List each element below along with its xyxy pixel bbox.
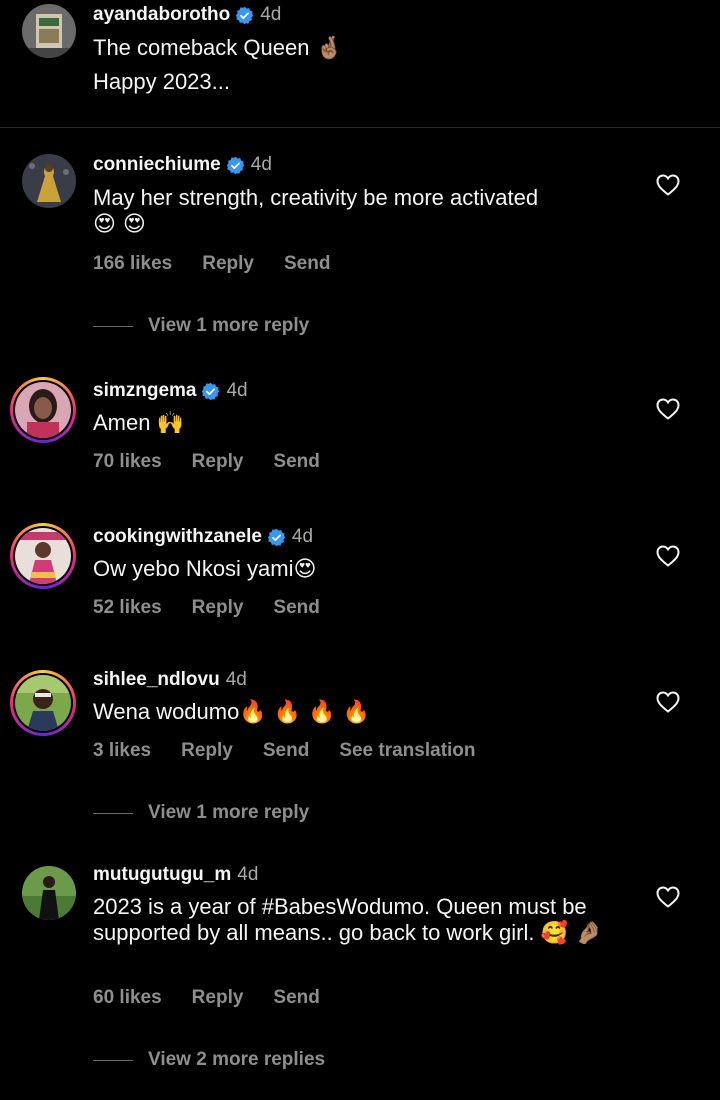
verified-badge-icon — [267, 528, 286, 546]
comment-user-line: cookingwithzanele 4d — [93, 526, 313, 548]
comment-body: 2023 is a year of #BabesWodumo. Queen mu… — [93, 894, 587, 945]
like-count[interactable]: 166 likes — [93, 253, 172, 275]
story-ring[interactable] — [10, 523, 76, 589]
see-translation-button[interactable]: See translation — [339, 740, 475, 762]
verified-badge-icon — [226, 156, 244, 174]
story-ring[interactable] — [10, 377, 76, 443]
send-button[interactable]: Send — [263, 740, 309, 762]
reply-button[interactable]: Reply — [192, 987, 244, 1009]
send-button[interactable]: Send — [273, 597, 319, 619]
raising-hands-emoji: 🙌 — [156, 411, 185, 437]
comment-time: 4d — [260, 4, 282, 25]
username[interactable]: ayandaborotho — [93, 4, 230, 26]
avatar[interactable] — [22, 866, 76, 920]
fingers-crossed-emoji: 🤞🏽 — [315, 36, 343, 62]
heart-outline-icon[interactable] — [656, 886, 680, 908]
comment-user-line: mutugutugu_m 4d — [93, 864, 258, 886]
comment-body: May her strength, creativity be more act… — [93, 185, 539, 210]
username[interactable]: sihlee_ndlovu — [93, 669, 220, 691]
comment-actions: 3 likes Reply Send See translation — [93, 740, 506, 762]
fire-emoji: 🔥 🔥 🔥 🔥 — [239, 700, 370, 726]
send-button[interactable]: Send — [273, 987, 319, 1009]
post-caption: ayandaborotho 4d The comeback Queen 🤞🏽 H… — [0, 0, 720, 128]
avatar — [15, 382, 71, 438]
comment-user-line: simzngema 4d — [93, 380, 248, 402]
send-button[interactable]: Send — [284, 253, 330, 275]
reply-button[interactable]: Reply — [192, 597, 244, 619]
view-replies-label: View 1 more reply — [148, 315, 310, 336]
like-count[interactable]: 52 likes — [93, 597, 162, 619]
comment-text: May her strength, creativity be more act… — [93, 185, 633, 238]
comment-body: Amen — [93, 410, 151, 435]
comment-time: 4d — [250, 154, 272, 175]
comment-text: Wena wodumo🔥 🔥 🔥 🔥 — [93, 699, 633, 726]
heart-outline-icon[interactable] — [656, 545, 680, 567]
avatar — [15, 675, 71, 731]
username[interactable]: mutugutugu_m — [93, 864, 231, 886]
heart-eyes-emoji: 😍 — [293, 557, 317, 583]
comment-time: 4d — [225, 669, 247, 690]
like-count[interactable]: 3 likes — [93, 740, 151, 762]
comment-actions: 70 likes Reply Send — [93, 451, 350, 473]
caption-line-2: Happy 2023... — [93, 69, 230, 95]
reply-button[interactable]: Reply — [181, 740, 233, 762]
reply-button[interactable]: Reply — [192, 451, 244, 473]
heart-outline-icon[interactable] — [656, 398, 680, 420]
like-count[interactable]: 70 likes — [93, 451, 162, 473]
comment-time: 4d — [226, 380, 248, 401]
comment-body: Wena wodumo — [93, 699, 240, 724]
caption-user-line: ayandaborotho 4d — [93, 4, 281, 26]
comment-actions: 166 likes Reply Send — [93, 253, 360, 275]
view-replies-label: View 2 more replies — [148, 1049, 326, 1070]
avatar[interactable] — [22, 4, 76, 58]
reply-divider-line — [93, 325, 133, 327]
comment-time: 4d — [237, 864, 259, 885]
username[interactable]: cookingwithzanele — [93, 526, 262, 548]
comment-text: Ow yebo Nkosi yami😍 — [93, 556, 633, 583]
username[interactable]: conniechiume — [93, 154, 221, 176]
avatar[interactable] — [22, 154, 76, 208]
send-button[interactable]: Send — [273, 451, 319, 473]
verified-badge-icon — [202, 382, 220, 400]
smiling-hearts-emoji: 🥰 🤌🏽 — [540, 921, 603, 947]
comment-text: Amen 🙌 — [93, 410, 633, 437]
comment-body: Ow yebo Nkosi yami — [93, 556, 294, 581]
comment-user-line: conniechiume 4d — [93, 154, 272, 176]
reply-divider-line — [93, 1059, 133, 1061]
heart-eyes-emoji: 😍 😍 — [93, 212, 146, 238]
comment-text: 2023 is a year of #BabesWodumo. Queen mu… — [93, 894, 623, 947]
heart-outline-icon[interactable] — [656, 174, 680, 196]
view-replies-button[interactable]: View 1 more reply — [93, 802, 309, 824]
comment-user-line: sihlee_ndlovu 4d — [93, 669, 247, 691]
reply-divider-line — [93, 812, 133, 814]
reply-button[interactable]: Reply — [202, 253, 254, 275]
comment-actions: 60 likes Reply Send — [93, 987, 350, 1009]
caption-text: The comeback Queen 🤞🏽 Happy 2023... — [93, 35, 633, 94]
heart-outline-icon[interactable] — [656, 691, 680, 713]
like-count[interactable]: 60 likes — [93, 987, 162, 1009]
story-ring[interactable] — [10, 670, 76, 736]
caption-line-1: The comeback Queen — [93, 35, 310, 60]
verified-badge-icon — [236, 6, 254, 24]
view-replies-label: View 1 more reply — [148, 802, 310, 823]
comment-actions: 52 likes Reply Send — [93, 597, 350, 619]
comment-time: 4d — [291, 526, 314, 547]
view-replies-button[interactable]: View 1 more reply — [93, 315, 309, 337]
avatar — [15, 528, 71, 584]
view-replies-button[interactable]: View 2 more replies — [93, 1049, 325, 1071]
username[interactable]: simzngema — [93, 380, 196, 402]
